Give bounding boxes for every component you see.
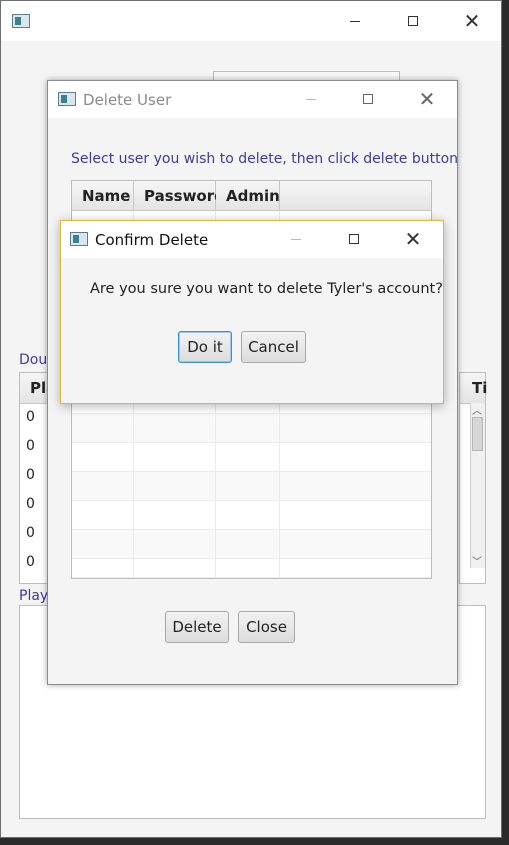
column-header-filler: [280, 181, 431, 211]
dialog-titlebar[interactable]: Confirm Delete ✕: [61, 221, 443, 258]
minimize-button[interactable]: [273, 224, 319, 254]
vertical-scrollbar[interactable]: ︿ ﹀: [470, 403, 485, 568]
scrollbar-thumb[interactable]: [472, 417, 483, 451]
minimize-button[interactable]: [288, 84, 334, 114]
close-button[interactable]: ✕: [449, 6, 495, 36]
dialog-titlebar[interactable]: Delete User ✕: [48, 81, 457, 118]
column-header-password[interactable]: Password: [134, 181, 225, 211]
table-cell: 0: [26, 496, 35, 512]
table-cell: 0: [26, 438, 35, 454]
maximize-icon: [349, 234, 359, 244]
confirm-delete-dialog: Confirm Delete ✕ Are you sure you want t…: [60, 220, 444, 404]
table-cell: 0: [26, 525, 35, 541]
app-window-icon: [12, 14, 30, 28]
column-header: Ti: [472, 379, 488, 397]
section-label: Play: [19, 588, 49, 604]
dialog-title: Confirm Delete: [95, 231, 209, 249]
table-row[interactable]: [72, 501, 431, 530]
delete-button[interactable]: Delete: [165, 611, 229, 643]
maximize-icon: [408, 16, 418, 26]
minimize-icon: [291, 238, 301, 240]
scroll-down-icon[interactable]: ﹀: [472, 553, 482, 568]
app-window-icon: [58, 92, 76, 106]
close-icon: ✕: [418, 87, 436, 111]
close-dialog-button[interactable]: Close: [238, 611, 295, 643]
table-header: Pla: [20, 373, 56, 404]
app-window-icon: [70, 232, 88, 246]
table-row[interactable]: [72, 472, 431, 501]
close-button[interactable]: ✕: [404, 84, 450, 114]
minimize-button[interactable]: [332, 6, 378, 36]
dialog-title: Delete User: [83, 91, 172, 109]
table-cell: 0: [26, 554, 35, 570]
do-it-button[interactable]: Do it: [178, 331, 232, 363]
minimize-icon: [306, 98, 316, 100]
table-header: Ti: [460, 373, 488, 404]
maximize-button[interactable]: [331, 224, 377, 254]
maximize-icon: [363, 94, 373, 104]
table-cell: 0: [26, 467, 35, 483]
close-icon: ✕: [463, 9, 481, 33]
maximize-button[interactable]: [345, 84, 391, 114]
scroll-up-icon[interactable]: ︿: [472, 402, 482, 417]
main-titlebar[interactable]: ✕: [1, 1, 501, 41]
close-icon: ✕: [404, 227, 422, 251]
table-row[interactable]: [72, 530, 431, 559]
maximize-button[interactable]: [390, 6, 436, 36]
background-table[interactable]: Pla 0 0 0 0 0 0: [19, 372, 56, 584]
minimize-icon: [350, 20, 360, 22]
table-row[interactable]: [72, 443, 431, 472]
cancel-button[interactable]: Cancel: [241, 331, 306, 363]
background-table-right[interactable]: Ti ︿ ﹀: [459, 372, 488, 584]
column-header-admin[interactable]: Admin: [216, 181, 280, 211]
table-cell: 0: [26, 409, 35, 425]
column-header-name[interactable]: Name: [72, 181, 134, 211]
table-row[interactable]: [72, 559, 431, 578]
table-row[interactable]: [72, 414, 431, 443]
confirm-message: Are you sure you want to delete Tyler's …: [90, 281, 443, 297]
close-button[interactable]: ✕: [390, 224, 436, 254]
section-label: Dou: [19, 352, 48, 368]
instruction-text: Select user you wish to delete, then cli…: [71, 151, 459, 167]
